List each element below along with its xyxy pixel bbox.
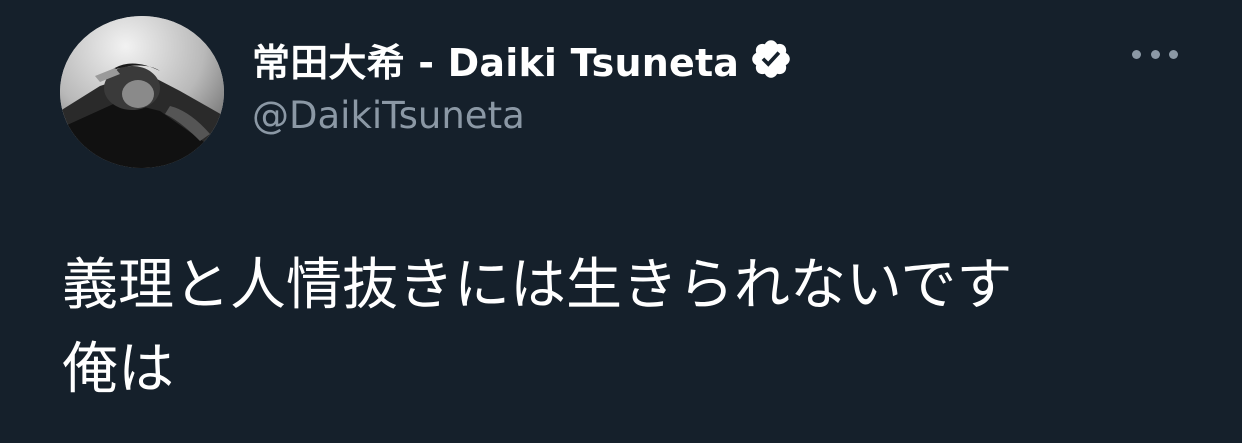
- verified-badge-icon: [752, 40, 790, 78]
- avatar[interactable]: [60, 16, 224, 168]
- more-options-icon: [1132, 49, 1141, 59]
- more-options-icon: [1169, 49, 1178, 59]
- tweet-text: 義理と人情抜きには生きられないです 俺は: [62, 244, 1202, 412]
- tweet-text-line: 俺は: [62, 337, 174, 402]
- more-options-button[interactable]: [1132, 46, 1178, 62]
- more-options-icon: [1150, 49, 1160, 59]
- avatar-image: [60, 16, 224, 168]
- display-name[interactable]: 常田大希 - Daiki Tsuneta: [252, 32, 739, 87]
- name-row: 常田大希 - Daiki Tsuneta: [252, 30, 793, 88]
- tweet-card: 常田大希 - Daiki Tsuneta @DaikiTsuneta 義理と人情…: [0, 0, 1242, 443]
- tweet-header: 常田大希 - Daiki Tsuneta @DaikiTsuneta: [252, 30, 793, 137]
- tweet-text-line: 義理と人情抜きには生きられないです: [62, 253, 1013, 318]
- user-handle[interactable]: @DaikiTsuneta: [252, 94, 793, 137]
